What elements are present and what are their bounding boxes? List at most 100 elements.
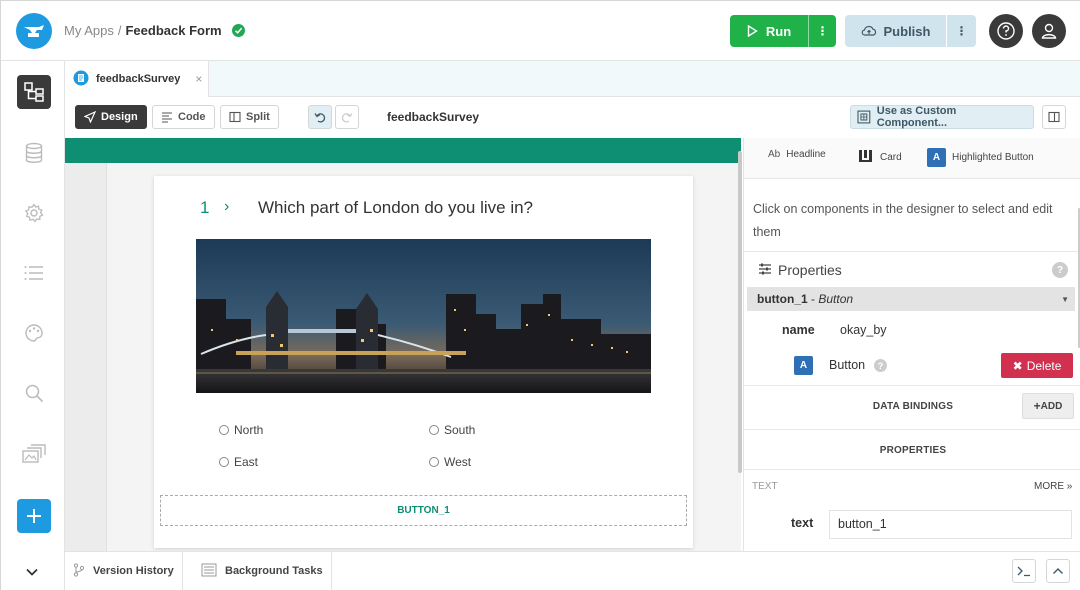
name-property-label: name [782,323,815,337]
more-toggle[interactable]: MORE » [1034,481,1072,492]
canvas-scrollbar[interactable] [738,151,742,473]
radio-icon[interactable] [429,457,439,467]
settings-gear-icon[interactable] [17,196,51,230]
add-binding-button[interactable]: + ADD [1022,393,1074,419]
search-icon[interactable] [17,376,51,410]
top-bar: My Apps / Feedback Form Run ⋮ Publish ⋮ [1,1,1080,61]
theme-palette-icon[interactable] [17,316,51,350]
add-label: ADD [1040,400,1063,412]
redo-icon[interactable] [335,105,359,129]
option-label: South [444,423,476,437]
background-tasks-label: Background Tasks [225,565,323,577]
name-property-value[interactable]: okay_by [840,323,887,337]
help-icon[interactable] [989,14,1023,48]
add-icon[interactable] [17,499,51,533]
tab-label: feedbackSurvey [96,73,181,85]
app-window: My Apps / Feedback Form Run ⋮ Publish ⋮ [0,0,1080,590]
properties-title: Properties [778,261,842,278]
london-skyline-image[interactable] [196,239,651,393]
bottom-bar: Version History Background Tasks [65,551,1080,590]
delete-button[interactable]: ✖ Delete [1001,353,1073,378]
list-icon[interactable] [17,256,51,290]
data-bindings-label: DATA BINDINGS [872,401,954,412]
assets-icon[interactable] [17,437,51,471]
palette-item-card[interactable]: Card [858,149,902,166]
version-history-tab[interactable]: Version History [65,552,183,590]
palette-label: Headline [786,149,826,160]
palette-item-headline[interactable]: Ab Headline [768,149,826,160]
component-dash: - [807,292,819,306]
highlighted-button-icon: A [927,148,946,167]
component-selector[interactable]: button_1 - Button ▼ [747,287,1075,311]
option-south[interactable]: South [429,423,475,437]
database-icon[interactable] [17,136,51,170]
properties-header: Properties ? [744,251,1080,287]
design-view-button[interactable]: Design [75,105,147,129]
tab-close-icon[interactable]: × [195,72,202,86]
terminal-icon[interactable] [1012,559,1036,583]
sliders-icon [758,262,772,278]
designer-canvas: 1 › Which part of London do you live in? [65,138,741,551]
run-main[interactable]: Run [730,24,808,39]
survey-card[interactable]: 1 › Which part of London do you live in? [154,176,693,548]
toggle-panel-icon[interactable] [1042,105,1066,129]
split-label: Split [246,111,270,123]
anvil-logo-icon[interactable] [16,13,52,49]
option-north[interactable]: North [219,423,263,437]
breadcrumb-current[interactable]: Feedback Form [125,23,221,38]
dropdown-caret-icon[interactable]: ▼ [1061,295,1069,304]
app-tree-icon[interactable] [17,75,51,109]
run-button[interactable]: Run ⋮ [730,15,836,47]
code-label: Code [178,111,206,123]
publish-options-kebab-icon[interactable]: ⋮ [946,15,976,47]
custom-component-icon [857,110,871,124]
design-label: Design [101,111,138,123]
use-as-custom-component-button[interactable]: Use as Custom Component... [850,105,1034,129]
play-icon [747,25,758,37]
palette-item-highlighted-button[interactable]: A Highlighted Button [927,148,1034,167]
question-text[interactable]: Which part of London do you live in? [258,198,533,218]
component-type-label: Button [829,358,866,372]
type-help-icon[interactable]: ? [874,359,887,372]
option-east[interactable]: East [219,455,258,469]
close-x-icon: ✖ [1012,358,1023,373]
delete-label: Delete [1026,358,1062,373]
publish-button[interactable]: Publish ⋮ [845,15,976,47]
option-west[interactable]: West [429,455,471,469]
divider [744,469,1080,470]
button-type-icon: A [794,356,813,375]
run-options-kebab-icon[interactable]: ⋮ [808,15,836,47]
radio-icon[interactable] [219,457,229,467]
headline-icon: Ab [768,149,781,160]
option-label: East [234,455,259,469]
designer-toolbar: Design Code Split feedbackSurvey Use as … [65,97,1080,138]
custom-component-label: Use as Custom Component... [876,105,957,129]
git-branch-icon [73,562,85,580]
properties-panel: Ab Headline Card A Highlighted Button Cl… [743,138,1080,551]
form-name-title: feedbackSurvey [387,110,480,124]
component-type: Button [818,292,854,306]
breadcrumb-separator: / [117,23,122,38]
split-view-button[interactable]: Split [220,105,279,129]
undo-icon[interactable] [308,105,332,129]
plus-icon: + [1033,399,1041,413]
properties-help-icon[interactable]: ? [1052,262,1068,278]
chevron-down-icon[interactable] [25,566,39,580]
tab-feedback-survey[interactable]: feedbackSurvey × [65,61,209,97]
chevron-up-icon[interactable] [1046,559,1070,583]
background-tasks-tab[interactable]: Background Tasks [193,552,332,590]
breadcrumb-root[interactable]: My Apps [64,23,114,38]
placeholder-button-slot[interactable]: BUTTON_1 [160,495,687,526]
selection-hint: Click on components in the designer to s… [753,202,1053,239]
text-property-label: text [791,516,814,530]
breadcrumb: My Apps / Feedback Form [64,23,245,38]
code-view-button[interactable]: Code [152,105,215,129]
text-group-label: TEXT [752,481,778,492]
publish-main[interactable]: Publish [845,24,946,39]
more-label: MORE [1034,481,1064,492]
radio-icon[interactable] [219,425,229,435]
option-label: West [444,455,472,469]
radio-icon[interactable] [429,425,439,435]
user-account-icon[interactable] [1032,14,1066,48]
text-property-input[interactable]: button_1 [829,510,1072,539]
